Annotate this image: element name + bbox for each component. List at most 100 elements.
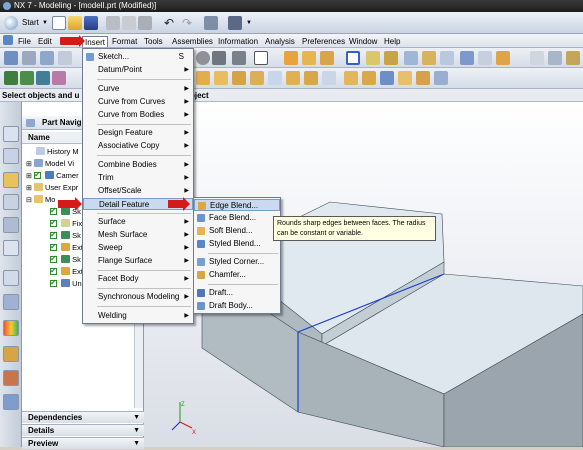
menu-item-sketch[interactable]: Sketch... S — [83, 51, 193, 63]
menu-item-curve-from-curves[interactable]: Curve from Curves ▶ — [83, 96, 193, 108]
menu-item-welding[interactable]: Welding ▶ — [83, 310, 193, 322]
sphere-icon[interactable] — [250, 71, 264, 85]
visibility-checkbox[interactable] — [50, 265, 57, 276]
constraint-navigator-tab-icon[interactable] — [3, 172, 19, 188]
menu-item-surface[interactable]: Surface ▶ — [83, 216, 193, 228]
surface-icon[interactable] — [496, 51, 510, 65]
assembly-navigator-tab-icon[interactable] — [3, 148, 19, 164]
snap-center-icon[interactable] — [36, 71, 50, 85]
start-button[interactable]: Start — [22, 15, 39, 31]
edge-blend-toolbar-icon[interactable] — [344, 71, 358, 85]
visibility-checkbox[interactable] — [50, 229, 57, 240]
pattern-icon[interactable] — [398, 71, 412, 85]
expand-icon[interactable]: ⊞ — [26, 185, 32, 192]
part-navigator-tab-icon[interactable] — [3, 126, 19, 142]
menu-item-combine-bodies[interactable]: Combine Bodies ▶ — [83, 159, 193, 171]
copy-icon[interactable] — [122, 16, 136, 30]
cylinder-icon[interactable] — [214, 71, 228, 85]
redo-icon[interactable]: ↷ — [182, 15, 192, 31]
point-icon[interactable] — [404, 51, 418, 65]
menu-item-draft[interactable]: Draft... — [194, 287, 280, 299]
visibility-checkbox[interactable] — [50, 205, 57, 216]
trim-sheet-icon[interactable] — [548, 51, 562, 65]
system-scenes-tab-icon[interactable] — [3, 394, 19, 410]
system-materials-tab-icon[interactable] — [3, 294, 19, 310]
save-icon[interactable] — [84, 16, 98, 30]
menu-assemblies[interactable]: Assemblies — [170, 36, 215, 47]
menu-item-design-feature[interactable]: Design Feature ▶ — [83, 127, 193, 139]
menu-item-flange-surface[interactable]: Flange Surface ▶ — [83, 255, 193, 267]
menu-item-curve-from-bodies[interactable]: Curve from Bodies ▶ — [83, 109, 193, 121]
visibility-checkbox[interactable] — [33, 169, 41, 180]
menu-item-edge-blend[interactable]: Edge Blend... — [194, 199, 280, 211]
chamfer-toolbar-icon[interactable] — [362, 71, 376, 85]
menu-item-associative-copy[interactable]: Associative Copy ▶ — [83, 140, 193, 152]
trim-body-icon[interactable] — [434, 71, 448, 85]
menu-item-curve[interactable]: Curve ▶ — [83, 83, 193, 95]
visibility-checkbox[interactable] — [50, 241, 57, 252]
menu-item-chamfer[interactable]: Chamfer... — [194, 269, 280, 281]
select-filter-icon[interactable] — [4, 51, 18, 65]
menu-item-draft-body[interactable]: Draft Body... — [194, 300, 280, 312]
menu-item-sweep[interactable]: Sweep ▶ — [83, 242, 193, 254]
menu-item-face-blend[interactable]: Face Blend... — [194, 212, 280, 224]
datum-plane-icon[interactable] — [366, 51, 380, 65]
curve-icon[interactable] — [422, 51, 436, 65]
tree-item-extrude-2[interactable]: Ext — [50, 265, 83, 277]
visibility-checkbox[interactable] — [50, 217, 57, 228]
visibility-checkbox[interactable] — [50, 277, 57, 288]
menu-item-trim[interactable]: Trim ▶ — [83, 172, 193, 184]
background-color-icon[interactable] — [254, 51, 268, 65]
snap-endpoint-icon[interactable] — [4, 71, 18, 85]
shell-icon[interactable] — [322, 71, 336, 85]
collapse-icon[interactable]: ⊟ — [26, 197, 32, 204]
tree-item-history-mode[interactable]: History M — [36, 146, 79, 157]
sheet-icon[interactable] — [530, 51, 544, 65]
measure-icon[interactable] — [440, 51, 454, 65]
new-file-icon[interactable] — [52, 16, 66, 30]
tree-item-user-expressions[interactable]: ⊞ User Expr — [26, 182, 78, 193]
block-icon[interactable] — [196, 71, 210, 85]
command-finder-icon[interactable] — [228, 16, 242, 30]
tree-item-model-history[interactable]: ⊟ Mo — [26, 194, 55, 205]
manufacturing-wizards-tab-icon[interactable] — [3, 346, 19, 362]
snap-quadrant-icon[interactable] — [52, 71, 66, 85]
menu-item-facet-body[interactable]: Facet Body ▶ — [83, 273, 193, 285]
menu-item-synchronous-modeling[interactable]: Synchronous Modeling ▶ — [83, 291, 193, 303]
open-folder-icon[interactable] — [68, 16, 82, 30]
menu-item-datum-point[interactable]: Datum/Point ▶ — [83, 64, 193, 76]
tree-item-extrude-1[interactable]: Ext — [50, 241, 83, 253]
start-dropdown-icon[interactable]: ▼ — [42, 15, 48, 31]
tree-item-cameras[interactable]: ⊞ Camer — [26, 169, 79, 181]
datum-axis-icon[interactable] — [384, 51, 398, 65]
reuse-library-tab-icon[interactable] — [3, 194, 19, 210]
menu-help[interactable]: Help — [382, 36, 402, 47]
expand-icon[interactable]: ⊞ — [26, 161, 32, 168]
render-style-icon[interactable] — [212, 51, 226, 65]
menu-insert[interactable]: Insert — [82, 36, 109, 47]
menu-window[interactable]: Window — [347, 36, 379, 47]
roles-tab-icon[interactable] — [3, 370, 19, 386]
repeat-command-icon[interactable] — [204, 16, 218, 30]
tree-item-model-views[interactable]: ⊞ Model Vi — [26, 158, 74, 169]
menu-analysis[interactable]: Analysis — [263, 36, 297, 47]
tree-item-sketch-2[interactable]: Sk — [50, 229, 81, 241]
shaded-sphere-icon[interactable] — [196, 51, 210, 65]
cone-icon[interactable] — [232, 71, 246, 85]
intersect-icon[interactable] — [304, 71, 318, 85]
quick-access-dropdown-icon[interactable]: ▼ — [246, 15, 252, 31]
menu-edit[interactable]: Edit — [36, 36, 54, 47]
snap-point-icon[interactable] — [346, 51, 360, 65]
undo-icon[interactable]: ↶ — [164, 15, 174, 31]
web-browser-tab-icon[interactable] — [3, 240, 19, 256]
tree-item-sketch-3[interactable]: Sk — [50, 253, 81, 265]
section-details[interactable]: Details ▼ — [22, 424, 144, 436]
menu-item-soft-blend[interactable]: Soft Blend... — [194, 225, 280, 237]
mirror-icon[interactable] — [416, 71, 430, 85]
snap-midpoint-icon[interactable] — [20, 71, 34, 85]
tree-item-unite[interactable]: Uni — [50, 277, 83, 289]
visibility-checkbox[interactable] — [50, 253, 57, 264]
paste-icon[interactable] — [138, 16, 152, 30]
draft-toolbar-icon[interactable] — [380, 71, 394, 85]
menu-item-styled-blend[interactable]: Styled Blend... — [194, 238, 280, 250]
